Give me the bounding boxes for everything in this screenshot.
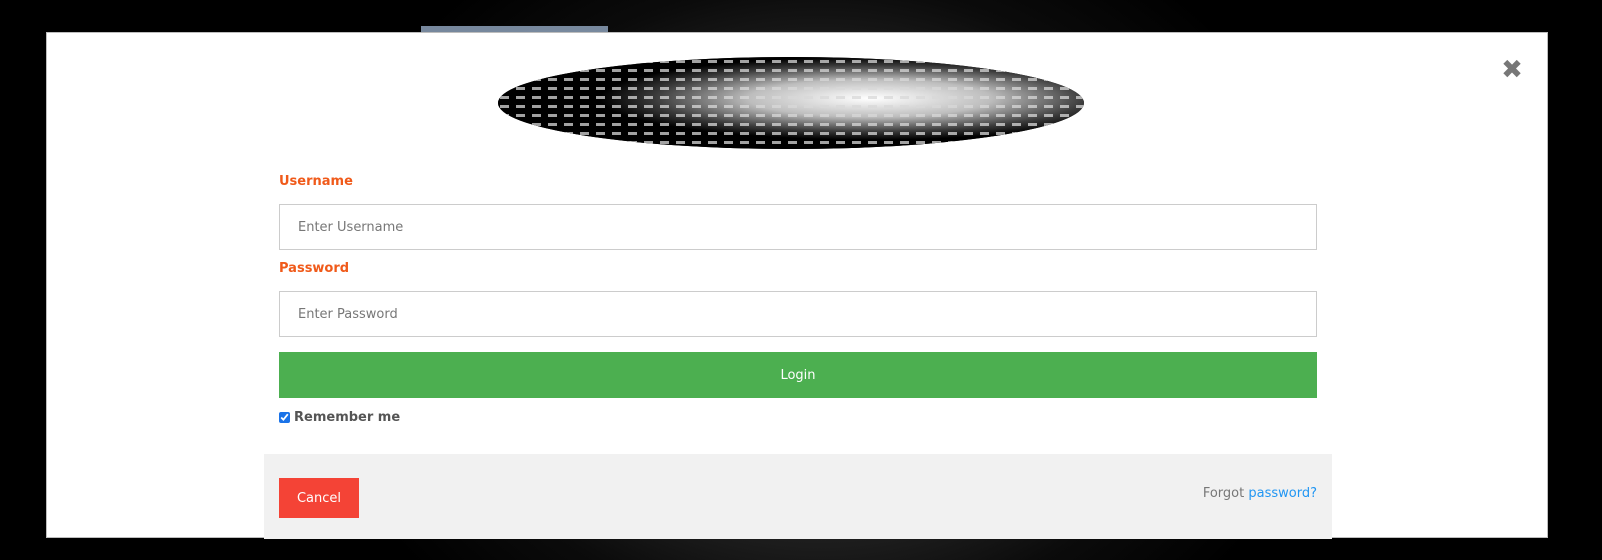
- remember-checkbox[interactable]: [279, 411, 290, 423]
- forgot-prefix: Forgot: [1202, 486, 1245, 501]
- modal-footer: Cancel Forgot password?: [264, 454, 1332, 539]
- login-modal: ✖ Username Enter Username Password Login…: [46, 32, 1548, 539]
- forgot-password-link[interactable]: password?: [1248, 486, 1317, 501]
- cancel-button[interactable]: Cancel: [279, 478, 359, 518]
- password-input[interactable]: [279, 291, 1317, 337]
- forgot-password-text: Forgot password?: [1203, 486, 1317, 501]
- username-label: Username: [279, 174, 353, 189]
- avatar: [498, 57, 1098, 149]
- avatar-image: [498, 57, 1084, 149]
- username-input[interactable]: [279, 204, 1317, 250]
- password-label: Password: [279, 261, 350, 276]
- remember-label: Remember me: [294, 409, 401, 425]
- remember-row: Remember me: [279, 407, 1317, 427]
- login-button[interactable]: Login: [279, 352, 1317, 398]
- close-icon[interactable]: ✖: [1501, 57, 1523, 83]
- login-form: Username Password Login Remember me: [279, 173, 1317, 427]
